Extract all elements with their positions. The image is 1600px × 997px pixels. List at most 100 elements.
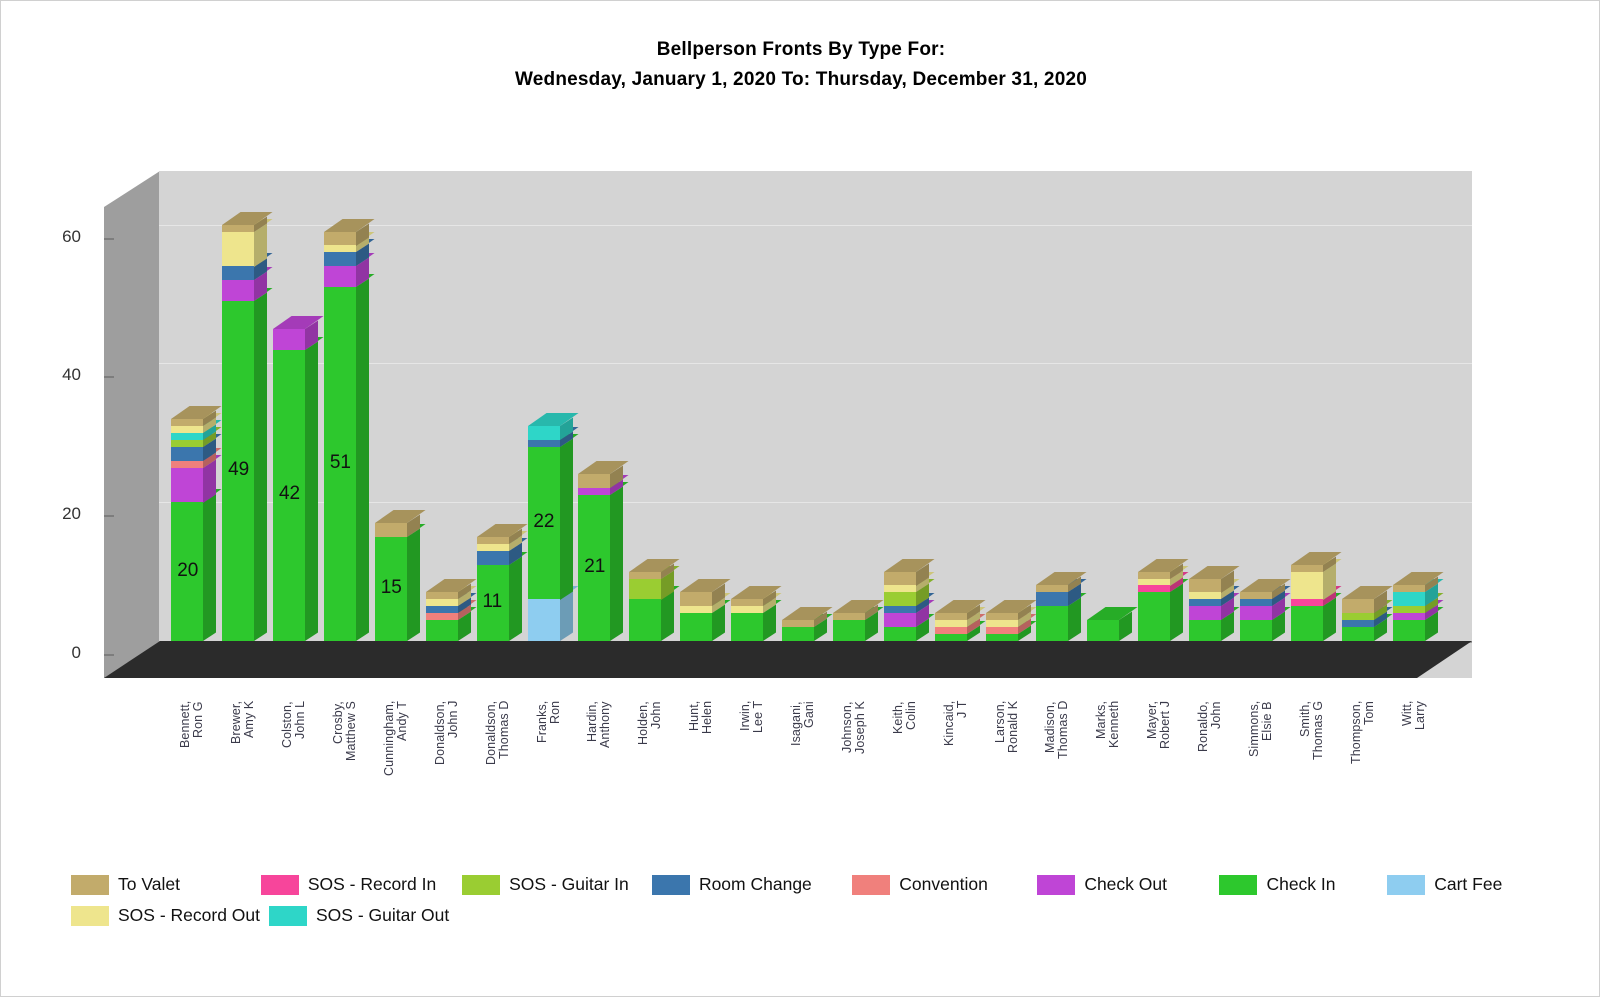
bar-column[interactable] xyxy=(629,171,661,678)
bar-segment[interactable] xyxy=(222,232,254,267)
bar-column[interactable] xyxy=(935,171,967,678)
bar-segment[interactable] xyxy=(833,620,865,641)
bar-segment[interactable] xyxy=(222,280,254,301)
bar-segment[interactable] xyxy=(171,461,203,468)
bar-segment[interactable] xyxy=(1189,606,1221,620)
bar-column[interactable] xyxy=(680,171,712,678)
bar-segment[interactable] xyxy=(629,572,661,579)
bar-column[interactable] xyxy=(222,171,254,678)
bar-segment[interactable] xyxy=(1189,599,1221,606)
bar-segment[interactable] xyxy=(1240,592,1272,599)
bar-segment[interactable] xyxy=(426,620,458,641)
bar-segment[interactable] xyxy=(171,419,203,426)
bar-segment[interactable] xyxy=(1291,599,1323,606)
legend-item[interactable]: SOS - Record In xyxy=(261,874,462,895)
bar-column[interactable] xyxy=(1342,171,1374,678)
bar-segment[interactable] xyxy=(1189,592,1221,599)
bar-column[interactable] xyxy=(731,171,763,678)
legend-item[interactable]: SOS - Record Out xyxy=(71,905,269,926)
bar-segment[interactable] xyxy=(731,599,763,606)
legend-item[interactable]: Check In xyxy=(1219,874,1387,895)
bar-column[interactable] xyxy=(324,171,356,678)
bar-segment[interactable] xyxy=(1393,613,1425,620)
bar-segment[interactable] xyxy=(1393,620,1425,641)
bar-segment[interactable] xyxy=(1240,620,1272,641)
bar-segment[interactable] xyxy=(1189,579,1221,593)
bar-segment[interactable] xyxy=(884,592,916,606)
bar-segment[interactable] xyxy=(629,579,661,600)
bar-segment[interactable] xyxy=(528,426,560,440)
bar-segment[interactable] xyxy=(1342,613,1374,620)
bar-segment[interactable] xyxy=(426,613,458,620)
bar-column[interactable] xyxy=(986,171,1018,678)
bar-segment[interactable] xyxy=(1138,585,1170,592)
bar-segment[interactable] xyxy=(171,468,203,503)
bar-segment[interactable] xyxy=(426,606,458,613)
bar-segment[interactable] xyxy=(1087,620,1119,641)
bar-segment[interactable] xyxy=(629,599,661,641)
bar-segment[interactable] xyxy=(324,252,356,266)
bar-column[interactable] xyxy=(1240,171,1272,678)
bar-segment[interactable] xyxy=(1036,592,1068,606)
bar-segment[interactable] xyxy=(935,634,967,641)
bar-column[interactable] xyxy=(782,171,814,678)
bar-segment[interactable] xyxy=(884,613,916,627)
bar-segment[interactable] xyxy=(426,592,458,599)
bar-segment[interactable] xyxy=(375,523,407,537)
legend-item[interactable]: Convention xyxy=(852,874,1037,895)
bar-segment[interactable] xyxy=(477,551,509,565)
bar-segment[interactable] xyxy=(1393,592,1425,606)
bar-column[interactable] xyxy=(1036,171,1068,678)
bar-segment[interactable] xyxy=(1138,592,1170,641)
bar-segment[interactable] xyxy=(884,606,916,613)
bar-segment[interactable] xyxy=(1342,620,1374,627)
bar-segment[interactable] xyxy=(578,488,610,495)
bar-column[interactable] xyxy=(273,171,305,678)
bar-column[interactable] xyxy=(171,171,203,678)
bar-segment[interactable] xyxy=(1342,599,1374,613)
bar-segment[interactable] xyxy=(731,613,763,641)
bar-segment[interactable] xyxy=(884,585,916,592)
bar-segment[interactable] xyxy=(273,329,305,350)
bar-segment[interactable] xyxy=(324,232,356,246)
bar-segment[interactable] xyxy=(986,620,1018,627)
bar-column[interactable] xyxy=(375,171,407,678)
bar-segment[interactable] xyxy=(222,225,254,232)
bar-segment[interactable] xyxy=(171,440,203,447)
bar-segment[interactable] xyxy=(171,433,203,440)
bar-segment[interactable] xyxy=(986,634,1018,641)
bar-segment[interactable] xyxy=(1036,606,1068,641)
bar-segment[interactable] xyxy=(1189,620,1221,641)
bar-segment[interactable] xyxy=(680,613,712,641)
bar-segment[interactable] xyxy=(1138,579,1170,586)
bar-segment[interactable] xyxy=(935,627,967,634)
bar-segment[interactable] xyxy=(1291,606,1323,641)
bar-segment[interactable] xyxy=(1291,565,1323,572)
legend-item[interactable]: SOS - Guitar In xyxy=(462,874,652,895)
bar-segment[interactable] xyxy=(477,537,509,544)
bar-column[interactable] xyxy=(1138,171,1170,678)
bar-segment[interactable] xyxy=(1036,585,1068,592)
bar-segment[interactable] xyxy=(171,447,203,461)
bar-segment[interactable] xyxy=(1393,585,1425,592)
bar-column[interactable] xyxy=(1087,171,1119,678)
bar-segment[interactable] xyxy=(1342,627,1374,641)
bar-segment[interactable] xyxy=(171,426,203,433)
bar-segment[interactable] xyxy=(324,266,356,287)
bar-segment[interactable] xyxy=(986,627,1018,634)
bar-column[interactable] xyxy=(833,171,865,678)
legend-item[interactable]: Room Change xyxy=(652,874,852,895)
bar-segment[interactable] xyxy=(477,544,509,551)
legend-item[interactable]: SOS - Guitar Out xyxy=(269,905,479,926)
bar-column[interactable] xyxy=(1189,171,1221,678)
bar-column[interactable] xyxy=(1393,171,1425,678)
bar-segment[interactable] xyxy=(426,599,458,606)
bar-segment[interactable] xyxy=(884,627,916,641)
bar-segment[interactable] xyxy=(680,592,712,606)
bar-segment[interactable] xyxy=(935,613,967,620)
bar-column[interactable] xyxy=(528,171,560,678)
bar-segment[interactable] xyxy=(833,613,865,620)
bar-segment[interactable] xyxy=(782,620,814,627)
bar-segment[interactable] xyxy=(782,627,814,641)
legend-item[interactable]: To Valet xyxy=(71,874,261,895)
